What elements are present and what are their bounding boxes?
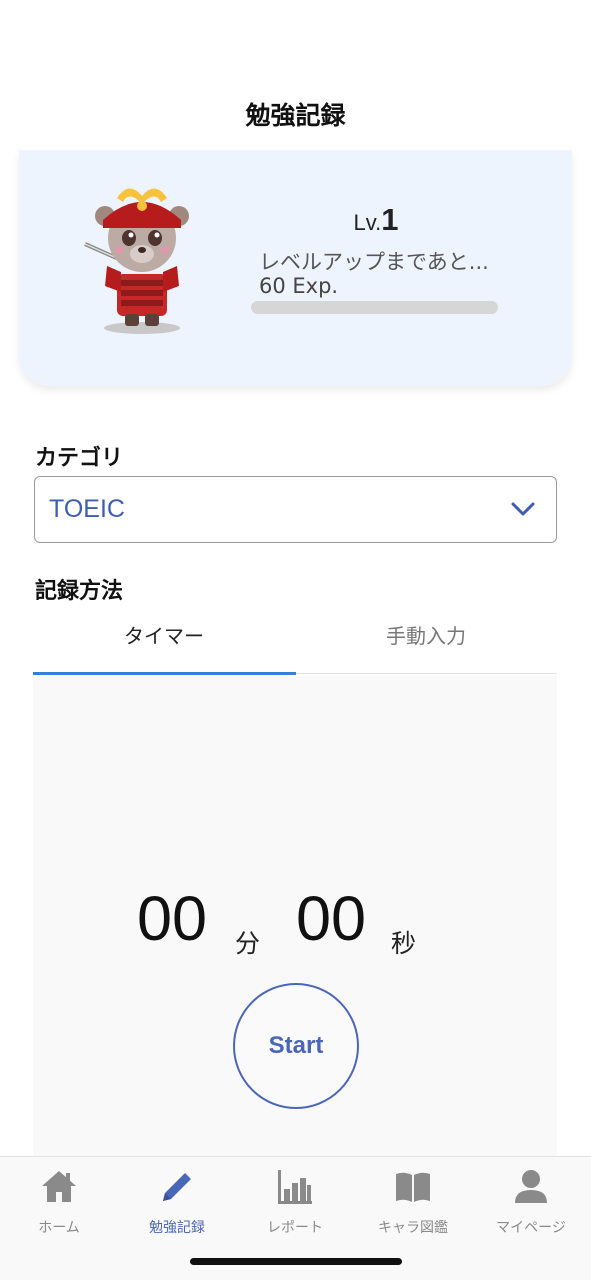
bar-chart-icon <box>278 1170 312 1204</box>
timer-minutes: 00 <box>137 884 208 954</box>
active-tab-indicator <box>33 672 296 675</box>
nav-label-study-record: 勉強記録 <box>149 1220 205 1236</box>
book-icon <box>396 1172 430 1202</box>
timer-minutes-unit: 分 <box>235 929 261 958</box>
timer-seconds: 00 <box>296 884 367 954</box>
level-prefix: Lv. <box>353 210 382 235</box>
nav-label-home: ホーム <box>38 1220 80 1236</box>
tab-manual-input[interactable]: 手動入力 <box>295 613 557 674</box>
nav-label-mypage: マイページ <box>496 1220 566 1236</box>
exp-progress-bar <box>251 301 498 314</box>
home-icon <box>42 1171 76 1202</box>
record-method-label: 記録方法 <box>35 579 124 604</box>
chevron-down-icon <box>511 502 535 516</box>
category-selected-value: TOEIC <box>49 495 125 523</box>
start-button[interactable]: Start <box>233 983 359 1109</box>
levelup-remaining-text: レベルアップまであと... <box>259 250 489 274</box>
home-indicator <box>190 1258 402 1265</box>
record-method-tabs: タイマー 手動入力 <box>33 613 557 675</box>
nav-item-character-guide[interactable]: キャラ図鑑 <box>354 1167 472 1237</box>
timer-seconds-unit: 秒 <box>391 929 417 958</box>
tab-timer[interactable]: タイマー <box>33 613 295 674</box>
level-number: 1 <box>381 202 399 237</box>
exp-remaining-text: 60 Exp. <box>259 274 339 298</box>
category-select[interactable]: TOEIC <box>34 476 557 543</box>
nav-item-report[interactable]: レポート <box>236 1167 354 1237</box>
page-title: 勉強記録 <box>245 101 346 130</box>
category-label: カテゴリ <box>35 446 124 471</box>
pencil-icon <box>163 1173 191 1201</box>
samurai-bear-character-image <box>84 188 189 334</box>
nav-item-mypage[interactable]: マイページ <box>472 1167 590 1237</box>
nav-item-study-record[interactable]: 勉強記録 <box>118 1167 236 1237</box>
nav-label-character-guide: キャラ図鑑 <box>378 1220 448 1236</box>
nav-item-home[interactable]: ホーム <box>0 1167 118 1237</box>
character-card: Lv.1 レベルアップまであと... 60 Exp. <box>19 150 572 386</box>
nav-label-report: レポート <box>267 1220 323 1236</box>
person-icon <box>515 1170 547 1203</box>
level-display: Lv.1 <box>251 202 501 238</box>
